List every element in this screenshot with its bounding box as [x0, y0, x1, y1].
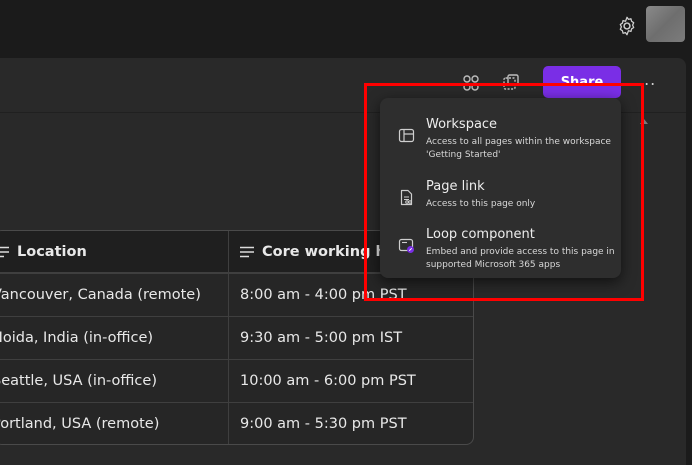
loop-apps-icon[interactable]: [461, 73, 481, 93]
share-button[interactable]: Share: [543, 66, 621, 98]
option-title: Loop component: [426, 227, 535, 242]
table-row: Portland, USA (remote) 9:00 am - 5:30 pm…: [0, 402, 473, 444]
table-cell[interactable]: Vancouver, Canada (remote): [0, 274, 227, 316]
option-title: Page link: [426, 179, 485, 194]
scroll-up-arrow-icon[interactable]: [640, 118, 648, 124]
share-option-loop-component[interactable]: Loop component Embed and provide access …: [380, 214, 621, 270]
table-cell[interactable]: 9:30 am - 5:00 pm IST: [228, 317, 473, 359]
option-title: Workspace: [426, 117, 498, 132]
table-row: Seattle, USA (in-office) 10:00 am - 6:00…: [0, 359, 473, 402]
table-cell[interactable]: Noida, India (in-office): [0, 317, 227, 359]
workspace-icon: [398, 128, 415, 143]
column-header-label: Location: [17, 243, 87, 260]
top-bar: [0, 0, 692, 50]
table-cell[interactable]: 10:00 am - 6:00 pm PST: [228, 360, 473, 402]
settings-gear-icon[interactable]: [616, 15, 638, 37]
text-column-icon: [240, 246, 254, 257]
text-column-icon: [0, 246, 9, 257]
copy-component-icon[interactable]: [501, 73, 521, 93]
column-header-location[interactable]: Location: [0, 231, 227, 272]
page-link-icon: [400, 189, 413, 206]
more-options-icon[interactable]: ...: [638, 70, 656, 89]
option-description: Embed and provide access to this page in…: [426, 247, 615, 270]
option-description: Access to this page only: [426, 199, 536, 209]
option-description: Access to all pages within the workspace…: [426, 137, 611, 160]
table-row: Noida, India (in-office) 9:30 am - 5:00 …: [0, 316, 473, 359]
share-options-menu: Workspace Access to all pages within the…: [380, 98, 621, 278]
share-option-workspace[interactable]: Workspace Access to all pages within the…: [380, 104, 621, 160]
column-header-label: Core working h: [262, 243, 386, 260]
table-row: Vancouver, Canada (remote) 8:00 am - 4:0…: [0, 273, 473, 316]
table-cell[interactable]: Seattle, USA (in-office): [0, 360, 227, 402]
loop-component-icon: [398, 238, 414, 253]
user-avatar[interactable]: [646, 6, 685, 42]
table-cell[interactable]: Portland, USA (remote): [0, 403, 227, 444]
table-cell[interactable]: 9:00 am - 5:30 pm PST: [228, 403, 473, 444]
table-cell[interactable]: 8:00 am - 4:00 pm PST: [228, 274, 473, 316]
